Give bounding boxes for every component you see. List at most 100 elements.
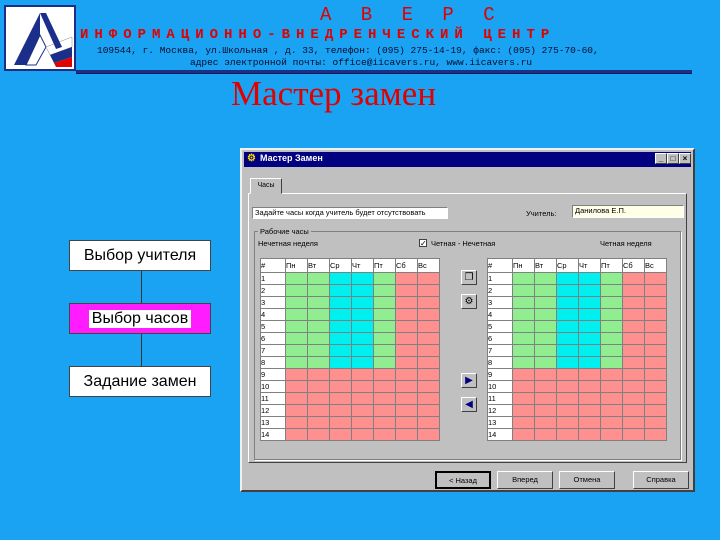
grid-cell[interactable] bbox=[600, 356, 623, 369]
grid-row[interactable]: 13 bbox=[260, 416, 440, 429]
grid-cell[interactable] bbox=[556, 368, 579, 381]
grid-row[interactable]: 9 bbox=[487, 368, 667, 381]
grid-cell[interactable] bbox=[351, 296, 374, 309]
grid-cell[interactable] bbox=[307, 392, 330, 405]
grid-cell[interactable] bbox=[417, 296, 440, 309]
grid-cell[interactable] bbox=[644, 308, 667, 321]
grid-cell[interactable] bbox=[329, 308, 352, 321]
grid-cell[interactable] bbox=[307, 428, 330, 441]
grid-cell[interactable] bbox=[395, 428, 418, 441]
grid-cell[interactable] bbox=[600, 308, 623, 321]
grid-cell[interactable] bbox=[373, 332, 396, 345]
grid-cell[interactable] bbox=[512, 368, 535, 381]
grid-cell[interactable] bbox=[644, 380, 667, 393]
grid-cell[interactable] bbox=[556, 320, 579, 333]
minimize-icon[interactable]: _ bbox=[655, 153, 667, 164]
grid-cell[interactable] bbox=[307, 320, 330, 333]
grid-cell[interactable] bbox=[622, 392, 645, 405]
grid-cell[interactable] bbox=[622, 272, 645, 285]
grid-cell[interactable] bbox=[556, 308, 579, 321]
grid-cell[interactable] bbox=[351, 272, 374, 285]
grid-row[interactable]: 2 bbox=[487, 284, 667, 297]
grid-cell[interactable] bbox=[329, 368, 352, 381]
grid-row[interactable]: 5 bbox=[487, 320, 667, 333]
grid-cell[interactable] bbox=[329, 296, 352, 309]
grid-cell[interactable] bbox=[417, 380, 440, 393]
grid-cell[interactable] bbox=[578, 428, 601, 441]
grid-cell[interactable] bbox=[622, 380, 645, 393]
grid-cell[interactable] bbox=[351, 416, 374, 429]
grid-cell[interactable] bbox=[512, 296, 535, 309]
grid-cell[interactable] bbox=[512, 308, 535, 321]
grid-cell[interactable] bbox=[644, 356, 667, 369]
grid-cell[interactable] bbox=[622, 404, 645, 417]
grid-cell[interactable] bbox=[556, 272, 579, 285]
help-button[interactable]: Справка bbox=[633, 471, 689, 489]
grid-cell[interactable] bbox=[512, 392, 535, 405]
grid-cell[interactable] bbox=[285, 404, 308, 417]
grid-cell[interactable] bbox=[351, 392, 374, 405]
grid-cell[interactable] bbox=[578, 344, 601, 357]
grid-cell[interactable] bbox=[622, 368, 645, 381]
grid-cell[interactable] bbox=[512, 416, 535, 429]
grid-cell[interactable] bbox=[395, 320, 418, 333]
grid-cell[interactable] bbox=[578, 356, 601, 369]
grid-cell[interactable] bbox=[351, 380, 374, 393]
grid-cell[interactable] bbox=[512, 284, 535, 297]
copy-icon[interactable]: ❐ bbox=[461, 270, 477, 285]
grid-cell[interactable] bbox=[578, 416, 601, 429]
grid-row[interactable]: 14 bbox=[260, 428, 440, 441]
grid-cell[interactable] bbox=[534, 344, 557, 357]
grid-cell[interactable] bbox=[307, 368, 330, 381]
grid-cell[interactable] bbox=[512, 320, 535, 333]
grid-cell[interactable] bbox=[395, 296, 418, 309]
grid-cell[interactable] bbox=[600, 368, 623, 381]
grid-cell[interactable] bbox=[285, 380, 308, 393]
grid-row[interactable]: 10 bbox=[487, 380, 667, 393]
grid-cell[interactable] bbox=[622, 344, 645, 357]
grid-cell[interactable] bbox=[351, 308, 374, 321]
grid-row[interactable]: 1 bbox=[260, 272, 440, 285]
grid-cell[interactable] bbox=[578, 272, 601, 285]
grid-cell[interactable] bbox=[556, 380, 579, 393]
grid-cell[interactable] bbox=[285, 308, 308, 321]
maximize-icon[interactable]: □ bbox=[667, 153, 679, 164]
grid-cell[interactable] bbox=[351, 344, 374, 357]
grid-cell[interactable] bbox=[373, 296, 396, 309]
grid-cell[interactable] bbox=[285, 332, 308, 345]
grid-cell[interactable] bbox=[534, 308, 557, 321]
grid-cell[interactable] bbox=[644, 368, 667, 381]
grid-row[interactable]: 8 bbox=[487, 356, 667, 369]
grid-cell[interactable] bbox=[285, 344, 308, 357]
back-button[interactable]: < Назад bbox=[435, 471, 491, 489]
grid-cell[interactable] bbox=[307, 404, 330, 417]
grid-cell[interactable] bbox=[373, 356, 396, 369]
grid-cell[interactable] bbox=[395, 368, 418, 381]
grid-cell[interactable] bbox=[417, 284, 440, 297]
close-icon[interactable]: × bbox=[679, 153, 691, 164]
grid-cell[interactable] bbox=[329, 332, 352, 345]
grid-cell[interactable] bbox=[644, 272, 667, 285]
grid-cell[interactable] bbox=[351, 332, 374, 345]
grid-cell[interactable] bbox=[578, 392, 601, 405]
grid-cell[interactable] bbox=[373, 368, 396, 381]
grid-cell[interactable] bbox=[644, 296, 667, 309]
grid-cell[interactable] bbox=[307, 356, 330, 369]
grid-cell[interactable] bbox=[600, 428, 623, 441]
grid-cell[interactable] bbox=[307, 272, 330, 285]
grid-cell[interactable] bbox=[600, 284, 623, 297]
grid-cell[interactable] bbox=[417, 416, 440, 429]
grid-cell[interactable] bbox=[285, 356, 308, 369]
grid-cell[interactable] bbox=[417, 308, 440, 321]
grid-cell[interactable] bbox=[512, 428, 535, 441]
grid-cell[interactable] bbox=[307, 344, 330, 357]
grid-cell[interactable] bbox=[600, 380, 623, 393]
window-titlebar[interactable]: ⚙ Мастер Замен _ □ × bbox=[244, 152, 691, 167]
grid-cell[interactable] bbox=[307, 284, 330, 297]
grid-cell[interactable] bbox=[600, 272, 623, 285]
grid-cell[interactable] bbox=[373, 428, 396, 441]
grid-cell[interactable] bbox=[395, 308, 418, 321]
grid-cell[interactable] bbox=[556, 404, 579, 417]
grid-cell[interactable] bbox=[534, 296, 557, 309]
grid-cell[interactable] bbox=[395, 332, 418, 345]
